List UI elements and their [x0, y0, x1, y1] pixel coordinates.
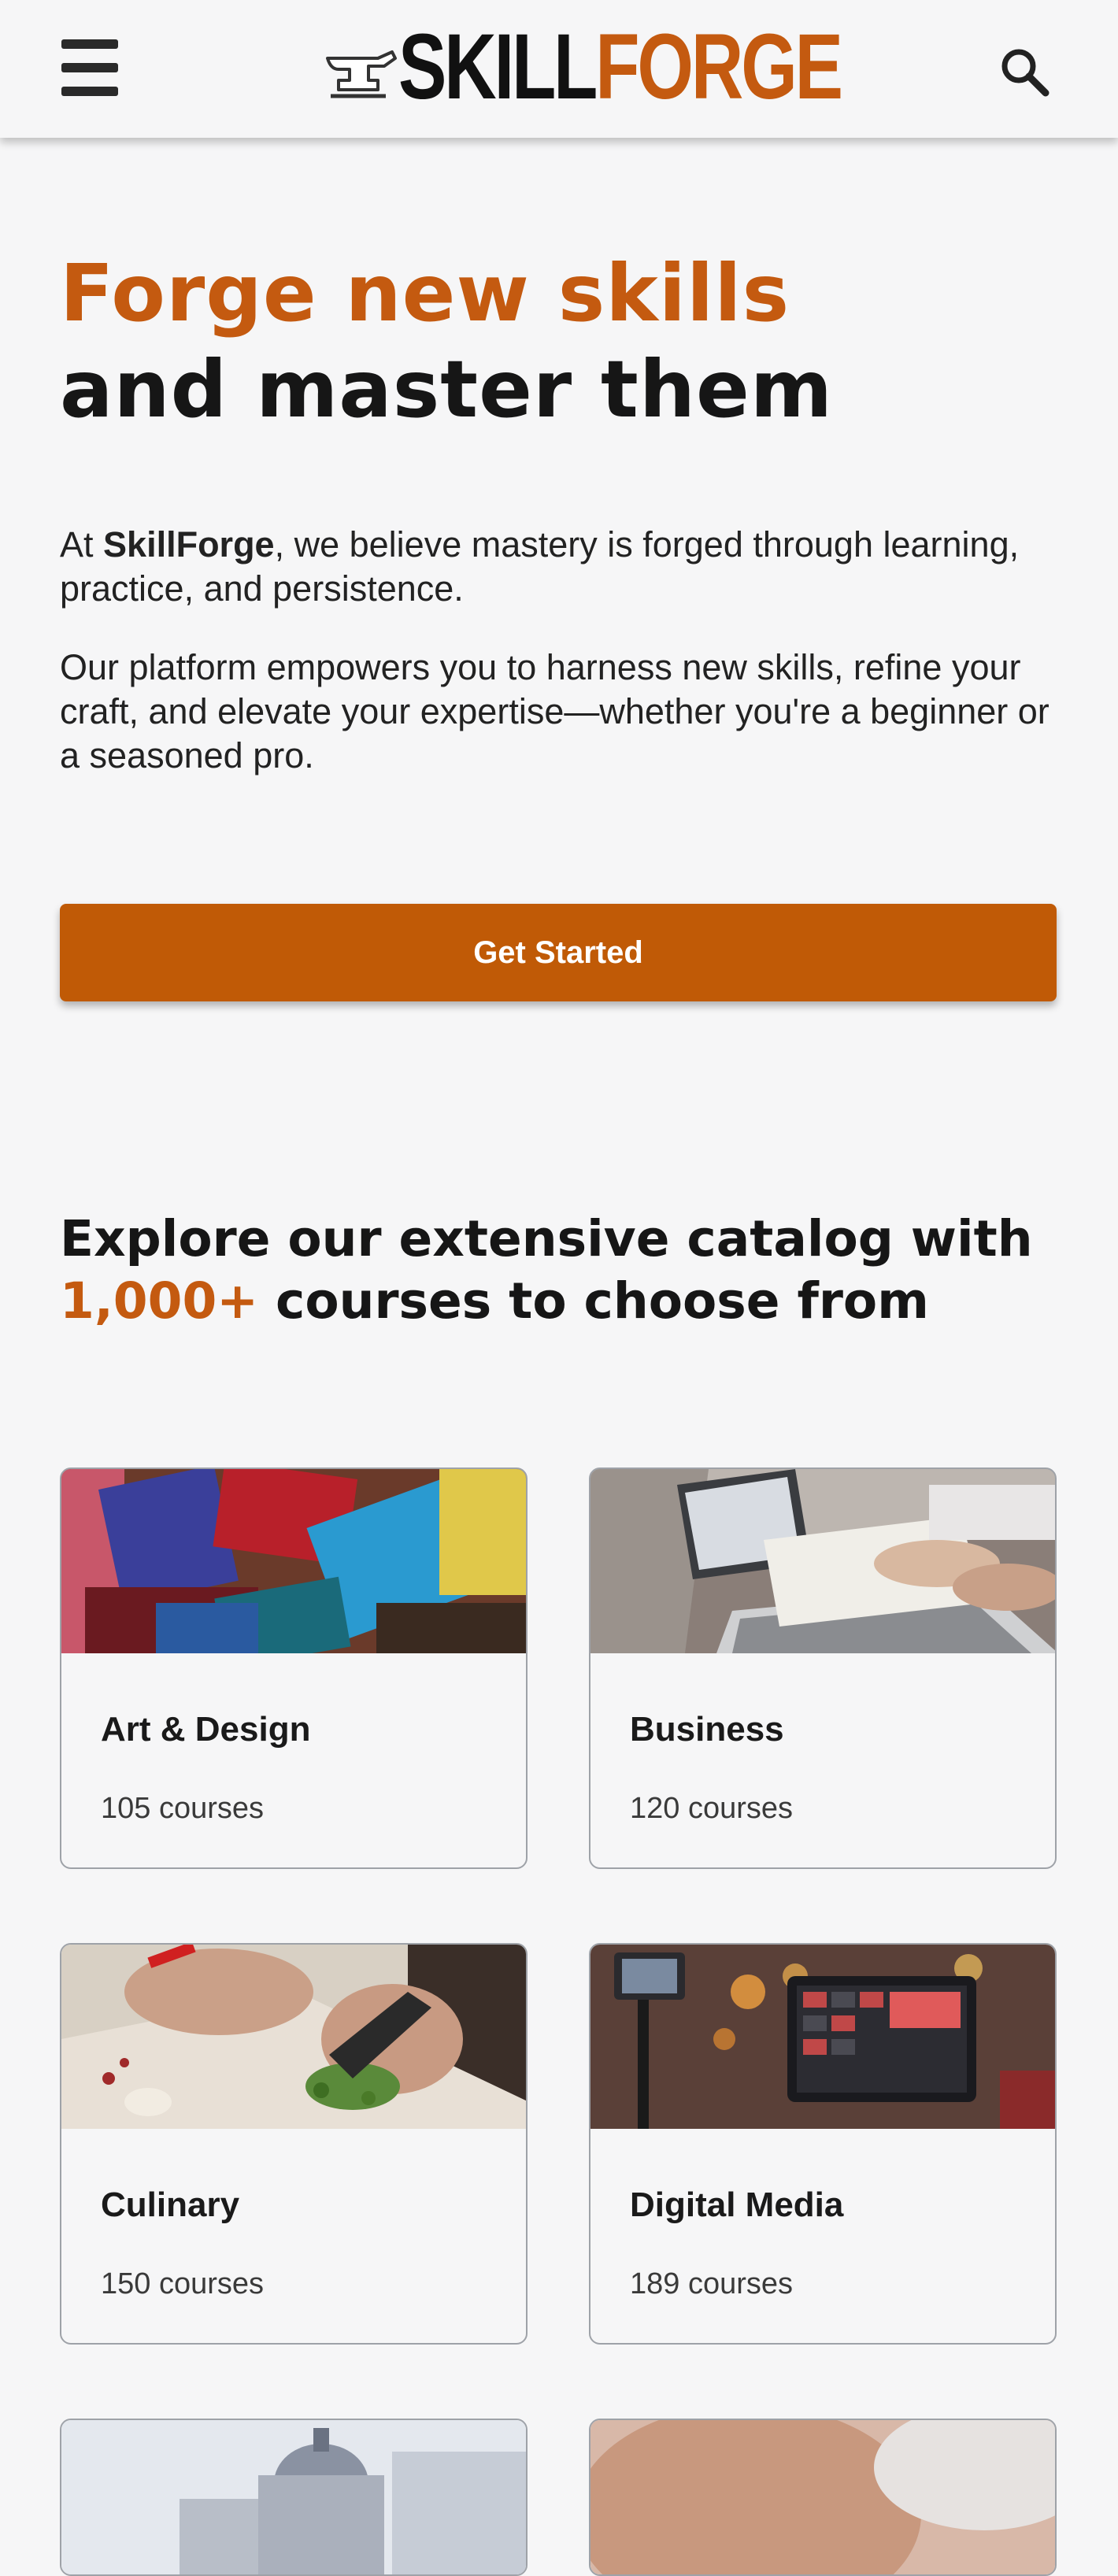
wellness-image — [590, 2420, 1055, 2574]
anvil-icon — [326, 50, 397, 98]
category-card-partial[interactable] — [60, 2419, 528, 2576]
course-count: 150 courses — [101, 2267, 265, 2300]
get-started-button[interactable]: Get Started — [60, 904, 1057, 1001]
search-icon[interactable] — [994, 41, 1057, 104]
logo-skill-text: SKILL — [398, 15, 598, 119]
category-title: Art & Design — [101, 1710, 311, 1749]
catalog-heading: Explore our extensive catalog with 1,000… — [60, 1208, 1068, 1332]
skillforge-logo[interactable]: SKILLFORGE — [323, 20, 965, 113]
digital-media-image — [590, 1945, 1055, 2129]
category-card-digital-media[interactable]: Digital Media 189 courses — [589, 1943, 1057, 2345]
category-card-business[interactable]: Business 120 courses — [589, 1468, 1057, 1869]
culinary-image — [61, 1945, 526, 2129]
top-nav-bar: SKILLFORGE — [0, 0, 1118, 138]
course-count: 120 courses — [630, 1792, 794, 1825]
art-design-image — [61, 1469, 526, 1653]
hero-title-rest: and master them — [60, 343, 834, 435]
course-count: 105 courses — [101, 1792, 265, 1825]
category-card-culinary[interactable]: Culinary 150 courses — [60, 1943, 528, 2345]
hero-title: Forge new skills and master them — [60, 246, 1068, 438]
category-card-partial[interactable] — [589, 2419, 1057, 2576]
hero-title-accent: Forge new skills — [60, 247, 790, 339]
category-title: Culinary — [101, 2186, 240, 2224]
hero-intro-paragraph: At SkillForge, we believe mastery is for… — [60, 523, 1068, 611]
logo-forge-text: FORGE — [595, 15, 843, 119]
course-count-highlight: 1,000+ — [60, 1272, 259, 1330]
intro-brand-name: SkillForge — [103, 524, 275, 564]
business-image — [590, 1469, 1055, 1653]
category-card-art-design[interactable]: Art & Design 105 courses — [60, 1468, 528, 1869]
category-title: Digital Media — [630, 2186, 844, 2224]
hero-description-paragraph: Our platform empowers you to harness new… — [60, 647, 1050, 775]
catalog-heading-prefix: Explore our extensive catalog with — [60, 1210, 1033, 1268]
hamburger-menu-icon[interactable] — [57, 35, 128, 101]
catalog-heading-suffix: courses to choose from — [258, 1272, 929, 1330]
course-count: 189 courses — [630, 2267, 794, 2300]
category-title: Business — [630, 1710, 784, 1749]
government-building-image — [61, 2420, 526, 2574]
intro-prefix: At — [60, 524, 104, 564]
